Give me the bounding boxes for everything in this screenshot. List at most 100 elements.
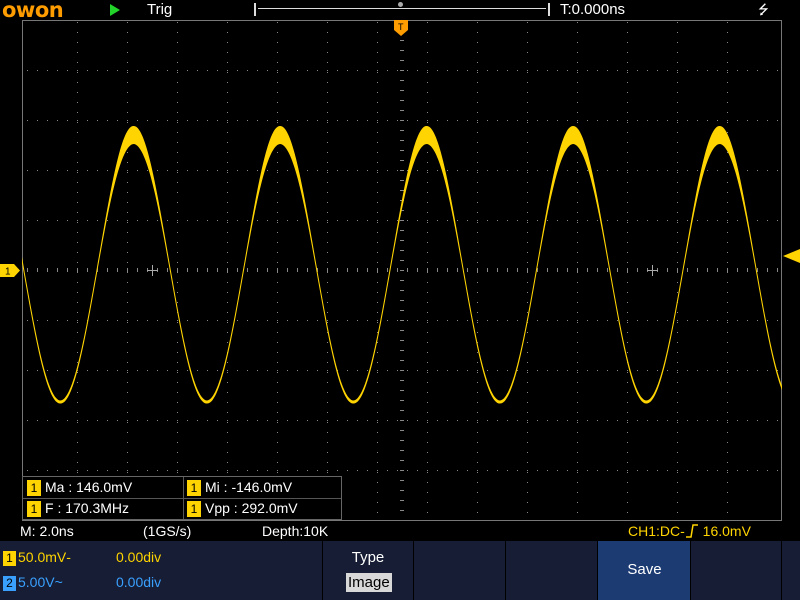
time-position-bar [254, 2, 550, 16]
grid-dot [427, 282, 428, 283]
grid-dot [377, 120, 378, 121]
axis-tick [400, 40, 404, 41]
grid-dot [477, 162, 478, 163]
grid-dot [377, 172, 378, 173]
softkey-empty-3[interactable] [505, 541, 597, 600]
grid-dot [67, 170, 68, 171]
grid-dot [377, 70, 378, 71]
grid-dot [617, 470, 618, 471]
grid-dot [77, 392, 78, 393]
grid-dot [427, 442, 428, 443]
ch1-offset-marker[interactable]: 1 [0, 264, 20, 277]
grid-dot [757, 220, 758, 221]
grid-dot [147, 320, 148, 321]
grid-dot [727, 442, 728, 443]
softkey-type[interactable]: Type Image [322, 541, 413, 600]
grid-dot [77, 70, 78, 71]
grid-dot [77, 92, 78, 93]
grid-dot [707, 370, 708, 371]
grid-dot [577, 112, 578, 113]
grid-dot [327, 302, 328, 303]
grid-dot [417, 370, 418, 371]
grid-dot [377, 272, 378, 273]
grid-dot [217, 320, 218, 321]
axis-tick [400, 170, 404, 171]
grid-dot [727, 402, 728, 403]
axis-tick [617, 268, 618, 272]
grid-dot [627, 162, 628, 163]
grid-dot [47, 120, 48, 121]
grid-dot [447, 320, 448, 321]
grid-dot [677, 422, 678, 423]
softkey-empty-2[interactable] [413, 541, 505, 600]
grid-dot [687, 370, 688, 371]
grid-dot [677, 192, 678, 193]
grid-dot [577, 312, 578, 313]
trigger-position-marker[interactable]: T [394, 20, 408, 36]
grid-dot [607, 70, 608, 71]
grid-dot [127, 382, 128, 383]
grid-dot [387, 370, 388, 371]
trigger-setting: CH1:DC- 16.0mV [628, 523, 751, 539]
grid-dot [627, 292, 628, 293]
grid-dot [377, 512, 378, 513]
grid-dot [247, 470, 248, 471]
grid-dot [57, 420, 58, 421]
axis-tick [400, 490, 404, 491]
grid-dot [127, 352, 128, 353]
grid-dot [377, 202, 378, 203]
grid-dot [497, 470, 498, 471]
grid-dot [527, 392, 528, 393]
grid-dot [727, 512, 728, 513]
grid-dot [697, 320, 698, 321]
grid-dot [777, 120, 778, 121]
grid-dot [697, 70, 698, 71]
grid-dot [677, 272, 678, 273]
grid-dot [107, 470, 108, 471]
grid-dot [527, 262, 528, 263]
softkey-empty-5[interactable] [690, 541, 782, 600]
axis-tick [27, 268, 28, 272]
grid-dot [97, 470, 98, 471]
grid-dot [27, 220, 28, 221]
grid-dot [677, 22, 678, 23]
grid-dot [77, 52, 78, 53]
grid-dot [237, 120, 238, 121]
grid-dot [357, 470, 358, 471]
grid-dot [457, 70, 458, 71]
grid-dot [427, 370, 428, 371]
grid-dot [347, 120, 348, 121]
grid-dot [357, 220, 358, 221]
grid-dot [277, 92, 278, 93]
trigger-level-marker[interactable] [783, 249, 800, 263]
ch2-settings[interactable]: 2 5.00V~ 0.00div [3, 572, 161, 592]
grid-dot [477, 382, 478, 383]
grid-dot [477, 192, 478, 193]
grid-dot [117, 120, 118, 121]
grid-dot [47, 220, 48, 221]
grid-dot [317, 70, 318, 71]
grid-dot [377, 382, 378, 383]
grid-dot [677, 162, 678, 163]
axis-tick [487, 268, 488, 272]
grid-dot [127, 272, 128, 273]
ch1-settings[interactable]: 1 50.0mV‐ 0.00div [3, 547, 161, 567]
grid-dot [527, 470, 528, 471]
grid-dot [227, 320, 228, 321]
grid-dot [177, 352, 178, 353]
grid-dot [227, 442, 228, 443]
grid-dot [267, 370, 268, 371]
grid-dot [667, 470, 668, 471]
grid-dot [377, 132, 378, 133]
axis-tick [597, 268, 598, 272]
axis-tick [417, 268, 418, 272]
grid-dot [367, 470, 368, 471]
axis-tick [587, 268, 588, 272]
grid-dot [717, 320, 718, 321]
grid-dot [347, 370, 348, 371]
grid-dot [287, 220, 288, 221]
grid-dot [77, 120, 78, 121]
save-button[interactable]: Save [597, 541, 690, 600]
grid-dot [577, 92, 578, 93]
grid-dot [727, 322, 728, 323]
